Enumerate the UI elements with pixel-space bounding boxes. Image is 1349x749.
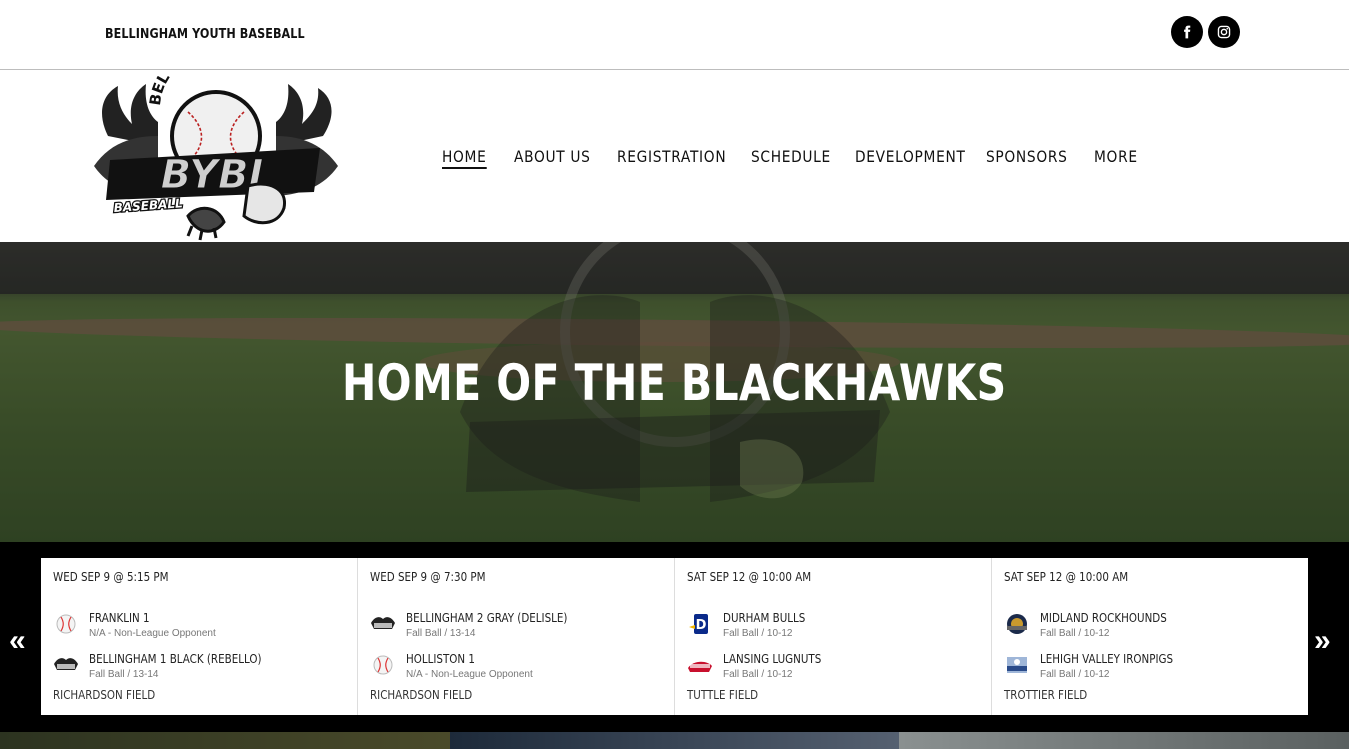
facebook-link[interactable] [1171, 16, 1203, 48]
bottom-tile-2[interactable] [450, 732, 899, 749]
baseball-icon [56, 614, 76, 634]
bottom-tile-3[interactable] [899, 732, 1349, 749]
scores-ticker: « » WED SEP 9 @ 5:15 PM FRANKLIN 1 N/A -… [0, 542, 1349, 732]
game-date: SAT SEP 12 @ 10:00 AM [687, 570, 812, 584]
game-field: TROTTIER FIELD [1004, 688, 1088, 702]
hero-title: HOME OF THE BLACKHAWKS [342, 354, 1007, 412]
home-team: FRANKLIN 1 N/A - Non-League Opponent [53, 611, 343, 643]
ironpigs-logo [1007, 657, 1027, 673]
blackhawk-logo [371, 617, 395, 629]
team-league: Fall Ball / 10-12 [723, 669, 793, 680]
team-name: FRANKLIN 1 [89, 611, 150, 625]
svg-text:D: D [696, 618, 707, 633]
site-name[interactable]: BELLINGHAM YOUTH BASEBALL [105, 27, 305, 42]
hero-banner: HOME OF THE BLACKHAWKS [0, 242, 1349, 542]
team-name: MIDLAND ROCKHOUNDS [1040, 611, 1167, 625]
game-card[interactable]: WED SEP 9 @ 7:30 PM BELLINGHAM 2 GRAY (D… [358, 558, 675, 715]
team-league: Fall Ball / 10-12 [723, 628, 793, 639]
game-field: RICHARDSON FIELD [370, 688, 473, 702]
team-league: Fall Ball / 13-14 [406, 628, 476, 639]
bottom-image-strip [0, 732, 1349, 749]
double-chevron-left-icon[interactable]: « [9, 624, 26, 658]
nav-development[interactable]: DEVELOPMENT [855, 147, 966, 166]
game-card[interactable]: WED SEP 9 @ 5:15 PM FRANKLIN 1 N/A - Non… [41, 558, 358, 715]
team-league: N/A - Non-League Opponent [89, 628, 216, 639]
nav-schedule[interactable]: SCHEDULE [751, 147, 831, 166]
home-team: BELLINGHAM 2 GRAY (DELISLE) Fall Ball / … [370, 611, 660, 643]
game-date: WED SEP 9 @ 7:30 PM [370, 570, 486, 584]
bybi-logo[interactable]: BYBI BELLINGHAM BASEBALL [88, 76, 343, 244]
durham-bulls-logo: D [689, 614, 708, 634]
nav-about-us[interactable]: ABOUT US [514, 147, 591, 166]
away-team: HOLLISTON 1 N/A - Non-League Opponent [370, 652, 660, 684]
facebook-icon [1184, 25, 1191, 39]
team-name: BELLINGHAM 1 BLACK (REBELLO) [89, 652, 262, 666]
home-team: D DURHAM BULLS Fall Ball / 10-12 [687, 611, 977, 643]
rockhounds-logo [1007, 614, 1027, 634]
nav-sponsors[interactable]: SPONSORS [986, 147, 1068, 166]
home-team: MIDLAND ROCKHOUNDS Fall Ball / 10-12 [1004, 611, 1294, 643]
double-chevron-right-icon[interactable]: » [1314, 624, 1331, 658]
game-field: RICHARDSON FIELD [53, 688, 156, 702]
game-date: WED SEP 9 @ 5:15 PM [53, 570, 169, 584]
game-card[interactable]: SAT SEP 12 @ 10:00 AM MIDLAND ROCKHOUNDS… [992, 558, 1308, 715]
instagram-icon [1217, 25, 1231, 39]
away-team: LANSING LUGNUTS Fall Ball / 10-12 [687, 652, 977, 684]
game-card[interactable]: SAT SEP 12 @ 10:00 AM D DURHAM BULLS Fal… [675, 558, 992, 715]
team-league: Fall Ball / 13-14 [89, 669, 159, 680]
team-name: BELLINGHAM 2 GRAY (DELISLE) [406, 611, 568, 625]
team-name: HOLLISTON 1 [406, 652, 475, 666]
team-name: LEHIGH VALLEY IRONPIGS [1040, 652, 1174, 666]
team-league: Fall Ball / 10-12 [1040, 628, 1110, 639]
team-name: DURHAM BULLS [723, 611, 806, 625]
lugnuts-logo [688, 661, 712, 672]
away-team: LEHIGH VALLEY IRONPIGS Fall Ball / 10-12 [1004, 652, 1294, 684]
team-name: LANSING LUGNUTS [723, 652, 822, 666]
nav-home[interactable]: HOME [442, 147, 487, 169]
blackhawk-logo [54, 658, 78, 670]
top-bar: BELLINGHAM YOUTH BASEBALL [0, 0, 1349, 70]
baseball-icon [373, 655, 393, 675]
bottom-tile-1[interactable] [0, 732, 450, 749]
nav-more[interactable]: MORE [1094, 147, 1138, 166]
team-league: N/A - Non-League Opponent [406, 669, 533, 680]
game-field: TUTTLE FIELD [687, 688, 759, 702]
instagram-link[interactable] [1208, 16, 1240, 48]
team-league: Fall Ball / 10-12 [1040, 669, 1110, 680]
game-date: SAT SEP 12 @ 10:00 AM [1004, 570, 1129, 584]
away-team: BELLINGHAM 1 BLACK (REBELLO) Fall Ball /… [53, 652, 343, 684]
site-header: BYBI BELLINGHAM BASEBALL HOME ABOUT US R… [0, 70, 1349, 242]
nav-registration[interactable]: REGISTRATION [617, 147, 726, 166]
